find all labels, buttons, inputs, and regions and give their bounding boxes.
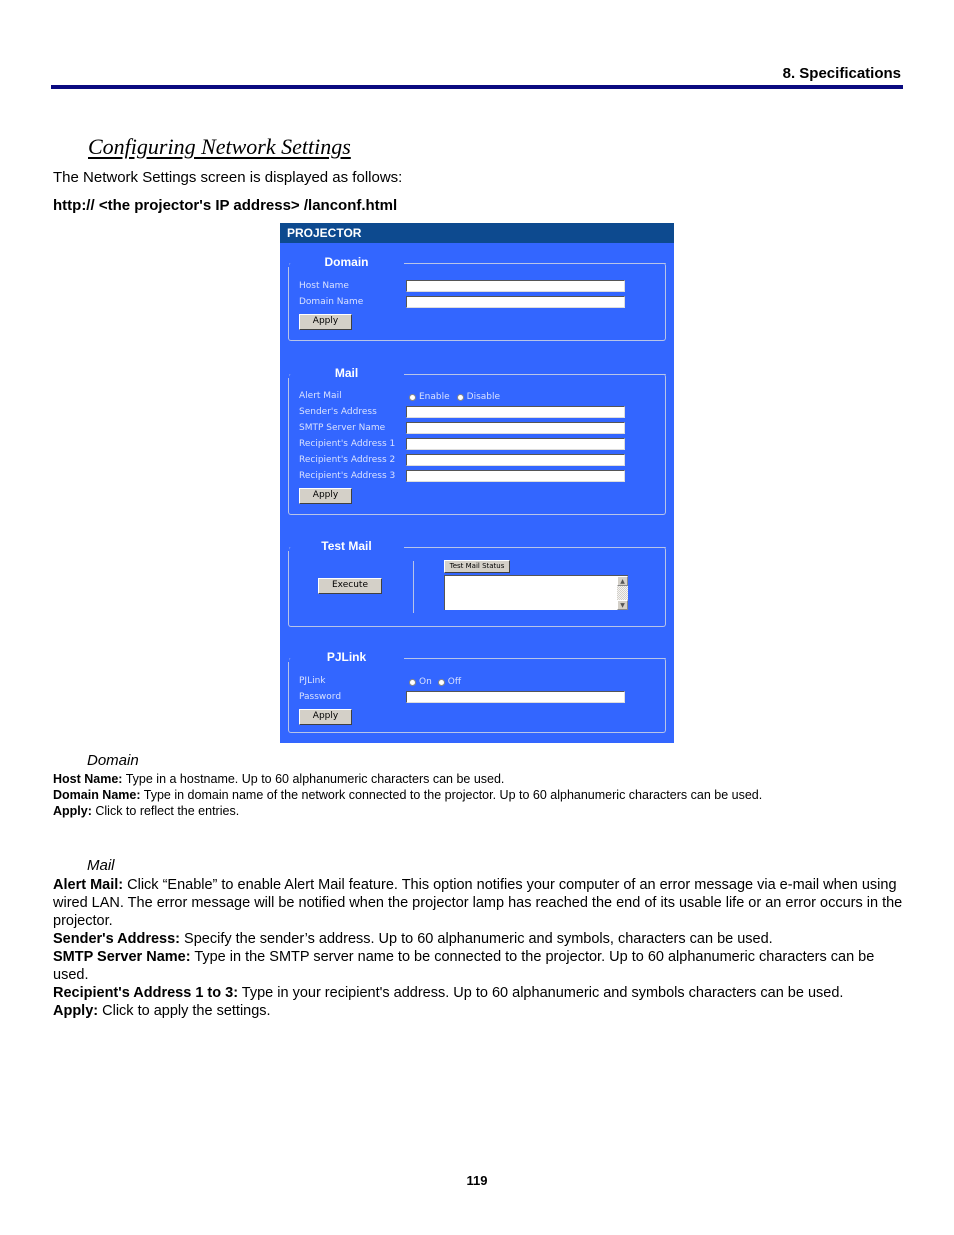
domain-name-label: Domain Name (299, 297, 364, 307)
section-title: Configuring Network Settings (88, 134, 351, 159)
test-mail-legend: Test Mail (321, 539, 372, 553)
domain-description: Host Name: Type in a hostname. Up to 60 … (53, 771, 913, 819)
pjlink-legend: PJLink (326, 650, 367, 664)
mail-group: Mail Alert Mail Enable Disable Sender's … (288, 366, 666, 515)
disable-radio[interactable] (456, 393, 464, 401)
domain-legend: Domain (324, 255, 369, 269)
desc-item: Apply: Click to apply the settings. (53, 1003, 271, 1019)
scroll-up-icon[interactable]: ▲ (617, 576, 628, 586)
enable-radio-label: Enable (419, 392, 450, 402)
password-label: Password (299, 692, 342, 702)
disable-radio-label: Disable (466, 392, 501, 402)
recipient2-input[interactable] (406, 454, 625, 466)
recipient1-label: Recipient's Address 1 (299, 439, 396, 449)
test-mail-status-button[interactable]: Test Mail Status (444, 560, 510, 573)
on-radio-label: On (419, 677, 432, 687)
domain-group: Domain Host Name Domain Name Apply (288, 255, 666, 341)
desc-item: Alert Mail: Click “Enable” to enable Ale… (53, 877, 903, 929)
enable-radio[interactable] (409, 393, 416, 401)
desc-item: Host Name: Type in a hostname. Up to 60 … (53, 772, 505, 786)
desc-item: Recipient's Address 1 to 3: Type in your… (53, 985, 844, 1001)
alert-mail-radio-group: Enable Disable (409, 392, 500, 402)
pjlink-radio-group: On Off (409, 677, 461, 687)
panel-title: PROJECTOR (280, 223, 674, 243)
recipient1-input[interactable] (406, 438, 625, 450)
header-rule (51, 85, 903, 89)
page-number: 119 (466, 1173, 488, 1188)
domain-subheading: Domain (87, 752, 139, 769)
recipient2-label: Recipient's Address 2 (299, 455, 396, 465)
desc-item: SMTP Server Name: Type in the SMTP serve… (53, 949, 875, 983)
domain-name-input[interactable] (406, 296, 625, 308)
status-scrollbar[interactable]: ▲ ▼ (617, 576, 628, 610)
senders-address-input[interactable] (406, 406, 625, 418)
off-radio-label: Off (447, 677, 462, 687)
test-mail-group: Test Mail Execute Test Mail Status ▲ ▼ (288, 539, 666, 627)
test-mail-divider (413, 561, 414, 613)
domain-apply-button[interactable]: Apply (299, 314, 352, 330)
desc-item: Apply: Click to reflect the entries. (53, 804, 240, 818)
mail-legend: Mail (334, 366, 359, 380)
pjlink-label: PJLink (299, 676, 326, 686)
execute-button[interactable]: Execute (318, 578, 382, 594)
smtp-server-label: SMTP Server Name (299, 423, 386, 433)
host-name-label: Host Name (299, 281, 349, 291)
recipient3-label: Recipient's Address 3 (299, 471, 396, 481)
host-name-input[interactable] (406, 280, 625, 292)
password-input[interactable] (406, 691, 625, 703)
alert-mail-label: Alert Mail (299, 391, 342, 401)
network-settings-screenshot: PROJECTOR Domain Host Name Domain Name A… (280, 223, 674, 743)
intro-text: The Network Settings screen is displayed… (53, 169, 403, 186)
running-head: 8. Specifications (782, 65, 901, 82)
senders-address-label: Sender's Address (299, 407, 377, 417)
on-radio[interactable] (409, 678, 416, 686)
mail-apply-button[interactable]: Apply (299, 488, 352, 504)
test-mail-status-textarea[interactable]: ▲ ▼ (444, 575, 628, 610)
mail-subheading: Mail (87, 857, 115, 874)
desc-item: Domain Name: Type in domain name of the … (53, 788, 763, 802)
mail-description: Alert Mail: Click “Enable” to enable Ale… (53, 876, 908, 1020)
desc-item: Sender's Address: Specify the sender’s a… (53, 931, 773, 947)
pjlink-group: PJLink PJLink On Off Password Apply (288, 650, 666, 733)
smtp-server-input[interactable] (406, 422, 625, 434)
url-text: http:// <the projector's IP address> /la… (53, 197, 398, 214)
off-radio[interactable] (437, 678, 445, 686)
recipient3-input[interactable] (406, 470, 625, 482)
scroll-down-icon[interactable]: ▼ (617, 600, 628, 610)
pjlink-apply-button[interactable]: Apply (299, 709, 352, 725)
